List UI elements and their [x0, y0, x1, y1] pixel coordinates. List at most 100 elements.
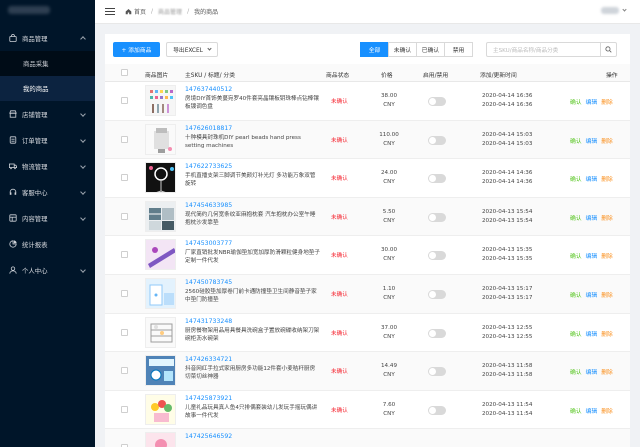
- enable-toggle[interactable]: [428, 212, 446, 222]
- product-sku[interactable]: 147626018817: [185, 125, 232, 132]
- confirm-button[interactable]: 确认: [570, 174, 582, 183]
- edit-button[interactable]: 编辑: [586, 174, 598, 183]
- edit-button[interactable]: 编辑: [586, 97, 598, 106]
- sidebar-subitem-collect[interactable]: 商品采集: [0, 51, 95, 76]
- chevron-down-icon: [622, 7, 627, 12]
- search-icon: [605, 46, 612, 53]
- breadcrumb-home[interactable]: 首页: [134, 7, 146, 16]
- confirm-button[interactable]: 确认: [570, 97, 582, 106]
- sidebar-item-store-management[interactable]: 店铺管理: [0, 101, 95, 127]
- added-time: 2020-04-14 15:03: [482, 131, 533, 138]
- updated-time: 2020-04-13 11:54: [482, 410, 533, 417]
- chevron-down-icon: [207, 46, 212, 51]
- filter-disabled[interactable]: 禁用: [444, 42, 473, 57]
- row-checkbox[interactable]: [121, 251, 128, 259]
- enable-toggle[interactable]: [428, 97, 446, 106]
- time-cell: 2020-04-14 14:36 2020-04-14 14:36: [482, 169, 532, 187]
- sidebar-subitem-my-products[interactable]: 我的商品: [0, 76, 95, 101]
- edit-button[interactable]: 编辑: [586, 290, 598, 299]
- confirm-button[interactable]: 确认: [570, 290, 582, 299]
- sidebar-item-customer-service[interactable]: 客服中心: [0, 179, 95, 205]
- enable-toggle[interactable]: [428, 251, 446, 261]
- price-value: 30.00: [380, 247, 397, 254]
- edit-button[interactable]: 编辑: [586, 213, 598, 222]
- delete-button[interactable]: 删除: [601, 213, 613, 222]
- chevron-down-icon: [80, 189, 86, 195]
- added-time: 2020-04-13 11:54: [482, 401, 533, 408]
- menu-toggle-icon[interactable]: [105, 7, 115, 16]
- sidebar-item-order-management[interactable]: 订单管理: [0, 127, 95, 153]
- delete-button[interactable]: 删除: [601, 251, 613, 260]
- delete-button[interactable]: 删除: [601, 290, 613, 299]
- price-currency: CNY: [383, 410, 395, 417]
- confirm-button[interactable]: 确认: [570, 329, 582, 338]
- price-value: 5.50: [382, 208, 396, 215]
- search-input[interactable]: 主SKU/商品名称/商品分类: [486, 42, 601, 57]
- product-sku[interactable]: 147622733625: [185, 163, 232, 170]
- sidebar-item-logistics-management[interactable]: 物流管理: [0, 153, 95, 179]
- product-sku[interactable]: 147425873921: [185, 395, 232, 402]
- sidebar-item-content-management[interactable]: 内容管理: [0, 205, 95, 231]
- price-currency: CNY: [383, 256, 395, 263]
- col-sku-title: 主SKU / 标题/ 分类: [185, 73, 235, 79]
- enable-toggle[interactable]: [428, 174, 446, 184]
- product-sku[interactable]: 147450783745: [185, 279, 232, 286]
- delete-button[interactable]: 删除: [601, 367, 613, 376]
- row-checkbox[interactable]: [121, 97, 128, 104]
- select-all-checkbox[interactable]: [121, 69, 128, 76]
- row-actions: 确认 编辑 删除: [570, 174, 613, 183]
- row-checkbox[interactable]: [121, 135, 128, 143]
- enable-toggle[interactable]: [428, 135, 446, 145]
- price-cell: 7.60 CNY: [375, 401, 403, 419]
- row-checkbox[interactable]: [121, 174, 128, 182]
- sidebar-subitem-label: 我的商品: [23, 85, 49, 93]
- edit-button[interactable]: 编辑: [586, 251, 598, 260]
- row-checkbox[interactable]: [121, 405, 128, 413]
- sidebar-item-statistics[interactable]: 统计报表: [0, 231, 95, 257]
- delete-button[interactable]: 删除: [601, 174, 613, 183]
- confirm-button[interactable]: 确认: [570, 406, 582, 415]
- product-name: 手机直播支架三脚调节美颜灯补光灯 多功能万象双管旋转: [185, 173, 316, 188]
- breadcrumb-mid[interactable]: 商品管理: [158, 7, 182, 16]
- enable-toggle[interactable]: [428, 289, 446, 299]
- delete-button[interactable]: 删除: [601, 136, 613, 145]
- edit-button[interactable]: 编辑: [586, 136, 598, 145]
- product-sku[interactable]: 147431733248: [185, 318, 232, 325]
- edit-button[interactable]: 编辑: [586, 329, 598, 338]
- enable-toggle[interactable]: [428, 328, 446, 338]
- add-product-button[interactable]: + 添加商品: [113, 42, 160, 57]
- confirm-button[interactable]: 确认: [570, 251, 582, 260]
- confirm-button[interactable]: 确认: [570, 367, 582, 376]
- enable-toggle[interactable]: [428, 405, 446, 415]
- product-sku[interactable]: 147426334721: [185, 356, 232, 363]
- user-menu[interactable]: [601, 7, 627, 14]
- delete-button[interactable]: 删除: [601, 97, 613, 106]
- sidebar-item-product-management[interactable]: 商品管理: [0, 25, 95, 51]
- delete-button[interactable]: 删除: [601, 329, 613, 338]
- price-value: 7.60: [382, 401, 396, 408]
- row-checkbox[interactable]: [121, 328, 128, 336]
- filter-confirmed[interactable]: 已确认: [416, 42, 445, 57]
- export-excel-button[interactable]: 导出EXCEL: [166, 42, 218, 57]
- price-currency: CNY: [383, 217, 395, 224]
- filter-all[interactable]: 全部: [360, 42, 389, 57]
- sidebar-item-label: 内容管理: [22, 214, 48, 223]
- row-checkbox[interactable]: [121, 212, 128, 220]
- enable-toggle[interactable]: [428, 367, 446, 377]
- row-checkbox[interactable]: [121, 367, 128, 375]
- product-sku[interactable]: 147453003777: [185, 240, 232, 247]
- sidebar-item-personal-center[interactable]: 个人中心: [0, 257, 95, 283]
- search-button[interactable]: [600, 42, 617, 57]
- product-sku[interactable]: 147425646592: [185, 433, 232, 440]
- product-sku[interactable]: 147637440512: [185, 86, 232, 93]
- edit-button[interactable]: 编辑: [586, 367, 598, 376]
- confirm-button[interactable]: 确认: [570, 136, 582, 145]
- delete-button[interactable]: 删除: [601, 406, 613, 415]
- product-thumbnail: [145, 355, 176, 387]
- product-sku[interactable]: 147454633985: [185, 202, 232, 209]
- edit-button[interactable]: 编辑: [586, 406, 598, 415]
- filter-unconfirmed[interactable]: 未确认: [388, 42, 417, 57]
- confirm-button[interactable]: 确认: [570, 213, 582, 222]
- row-checkbox[interactable]: [121, 289, 128, 297]
- status-badge: 未确认: [331, 99, 348, 105]
